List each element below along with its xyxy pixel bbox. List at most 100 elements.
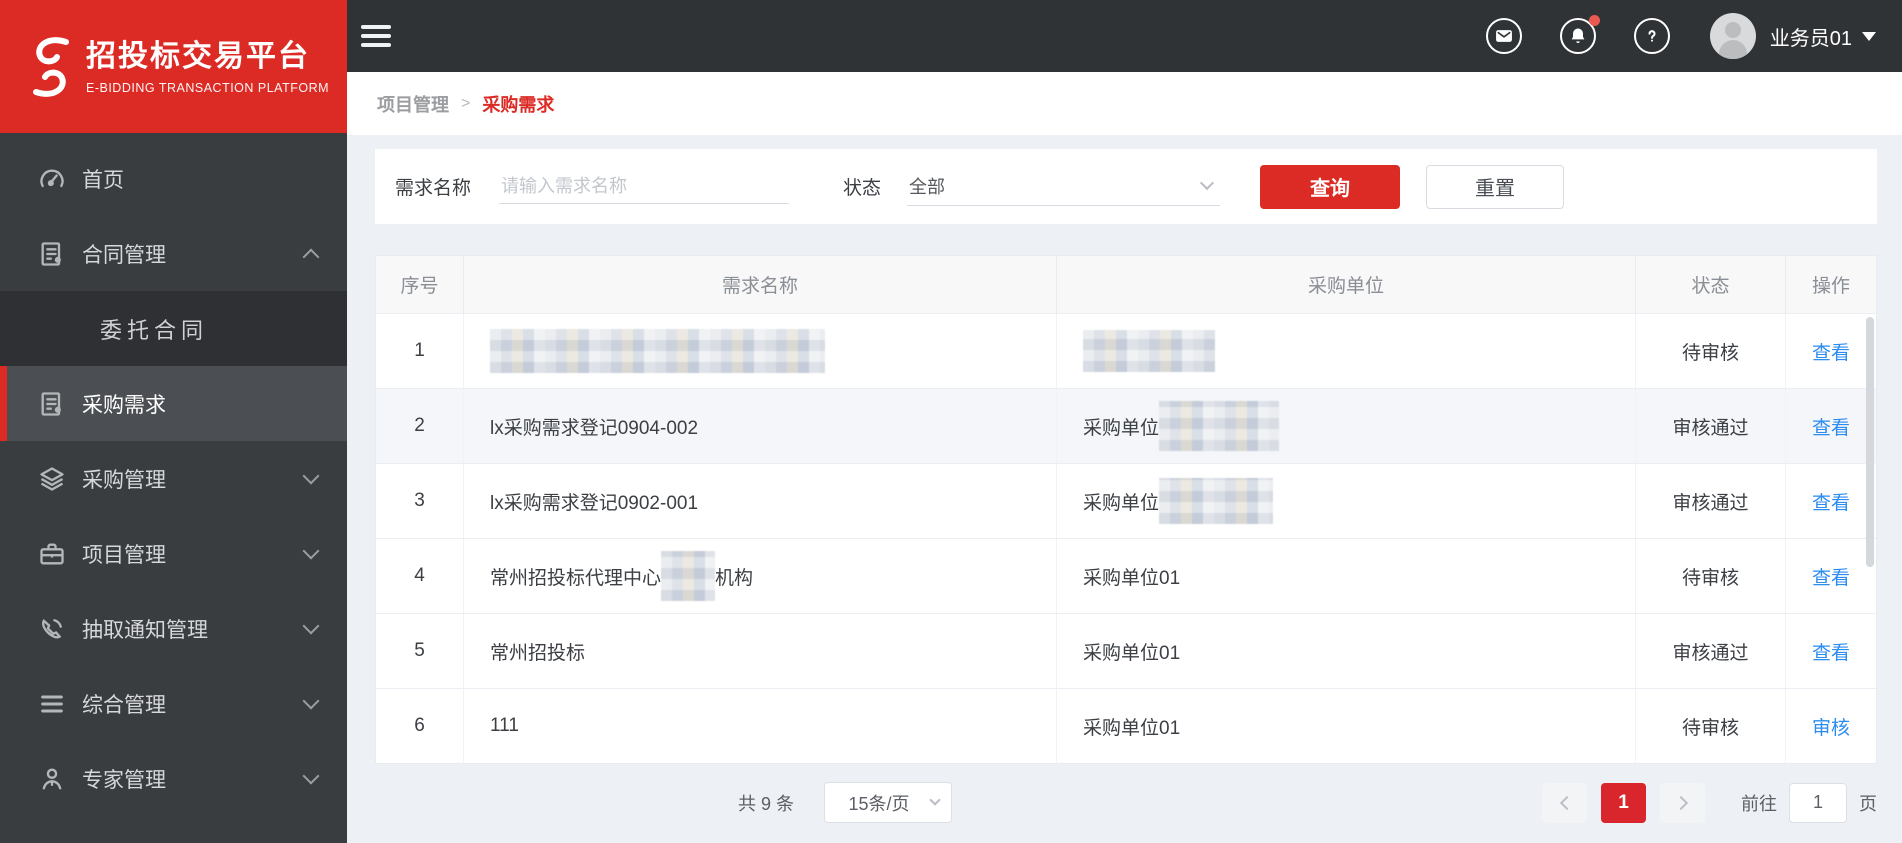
name-cell: 常州招投标代理中心 机构: [464, 539, 1057, 613]
table-row: 6 111 采购单位01 待审核 审核: [376, 688, 1876, 763]
table-header-row: 序号 需求名称 采购单位 状态 操作: [376, 256, 1876, 313]
seq-cell: 6: [376, 689, 464, 763]
sidebar-item-label: 抽取通知管理: [82, 618, 208, 642]
name-cell: [464, 314, 1057, 388]
status-cell: 审核通过: [1636, 614, 1786, 688]
view-link[interactable]: 查看: [1812, 338, 1850, 365]
sidebar-item-partial[interactable]: [0, 816, 347, 843]
help-icon[interactable]: [1633, 18, 1670, 54]
unit-cell: 采购单位: [1057, 389, 1636, 463]
status-cell: 审核通过: [1636, 464, 1786, 538]
brand-swirl-icon: [33, 36, 69, 97]
goto-label: 前往: [1741, 793, 1777, 814]
chevron-down-icon: [302, 767, 320, 784]
censored-block: [661, 551, 716, 601]
unit-cell: [1057, 314, 1636, 388]
demand-table: 序号 需求名称 采购单位 状态 操作 1 待审核 查看 2 lx采购需求登记09…: [375, 255, 1877, 764]
next-page-button[interactable]: [1660, 782, 1705, 823]
sidebar-item-project-mgmt[interactable]: 项目管理: [0, 516, 347, 591]
sidebar-item-contracts[interactable]: 合同管理: [0, 216, 347, 291]
table-scrollbar[interactable]: [1866, 317, 1874, 567]
reset-button[interactable]: 重置: [1426, 164, 1565, 209]
unit-cell: 采购单位01: [1057, 539, 1636, 613]
table-row: 1 待审核 查看: [376, 313, 1876, 388]
breadcrumb: 项目管理 > 采购需求: [347, 72, 1902, 135]
censored-block: [490, 329, 825, 373]
name-cell: lx采购需求登记0902-001: [464, 464, 1057, 538]
chevron-up-icon: [302, 248, 320, 265]
seq-cell: 2: [376, 389, 464, 463]
page-size-select[interactable]: 15条/页: [824, 782, 953, 823]
user-menu-caret-icon[interactable]: [1862, 31, 1876, 41]
notification-badge: [1588, 15, 1600, 26]
demand-icon: [38, 390, 66, 418]
sidebar-nav: 首页 合同管理 委托合同 采购需求 采购管理 项目管理 抽取通知管理 综合管理 …: [0, 133, 347, 843]
page-unit-label: 页: [1859, 793, 1877, 814]
sidebar-item-general-mgmt[interactable]: 综合管理: [0, 666, 347, 741]
app-window: 招投标交易平台 E-BIDDING TRANSACTION PLATFORM 首…: [0, 0, 1902, 843]
chevron-down-icon: [929, 793, 941, 806]
chevron-down-icon: [1199, 175, 1215, 191]
sidebar-item-notice-mgmt[interactable]: 抽取通知管理: [0, 591, 347, 666]
censored-block: [1159, 478, 1274, 524]
search-button[interactable]: 查询: [1260, 164, 1401, 209]
name-cell: lx采购需求登记0904-002: [464, 389, 1057, 463]
view-link[interactable]: 查看: [1812, 413, 1850, 440]
name-cell: 111: [464, 689, 1057, 763]
username[interactable]: 业务员01: [1770, 22, 1852, 51]
demand-name-input[interactable]: [499, 169, 790, 204]
dashboard-icon: [38, 165, 66, 193]
view-link[interactable]: 查看: [1812, 488, 1850, 515]
list-icon: [38, 690, 66, 718]
chevron-down-icon: [302, 467, 320, 484]
view-link[interactable]: 查看: [1812, 563, 1850, 590]
briefcase-icon: [38, 540, 66, 568]
table-row: 3 lx采购需求登记0902-001 采购单位 审核通过 查看: [376, 463, 1876, 538]
filter-panel: 需求名称 状态 全部 查询 重置: [375, 149, 1877, 224]
status-cell: 待审核: [1636, 689, 1786, 763]
sidebar-item-home[interactable]: 首页: [0, 141, 347, 216]
sidebar-item-expert-mgmt[interactable]: 专家管理: [0, 741, 347, 816]
status-cell: 待审核: [1636, 539, 1786, 613]
bell-icon[interactable]: [1559, 15, 1600, 54]
status-select-value: 全部: [909, 177, 946, 197]
audit-link[interactable]: 审核: [1812, 713, 1850, 740]
table-row: 4 常州招投标代理中心 机构 采购单位01 待审核 查看: [376, 538, 1876, 613]
avatar[interactable]: [1709, 13, 1756, 59]
breadcrumb-current: 采购需求: [482, 94, 555, 115]
layers-icon: [38, 465, 66, 493]
status-cell: 待审核: [1636, 314, 1786, 388]
brand-title: 招投标交易平台: [86, 39, 310, 73]
status-select[interactable]: 全部: [907, 167, 1221, 206]
seq-cell: 1: [376, 314, 464, 388]
unit-cell: 采购单位01: [1057, 614, 1636, 688]
topbar: 业务员01: [347, 0, 1902, 72]
pagination: 共 9 条 15条/页 1 前往 页: [722, 762, 1877, 843]
main-content: 需求名称 状态 全部 查询 重置 序号 需求名称 采购单位 状态 操作: [347, 135, 1902, 843]
unit-cell: 采购单位: [1057, 464, 1636, 538]
view-link[interactable]: 查看: [1812, 638, 1850, 665]
prev-page-button[interactable]: [1542, 782, 1587, 823]
sidebar-item-purchase-demand[interactable]: 采购需求: [0, 366, 347, 441]
hamburger-menu-icon[interactable]: [361, 25, 391, 47]
sidebar-item-entrust-contract[interactable]: 委托合同: [0, 291, 347, 366]
total-count: 共 9 条: [738, 793, 795, 814]
status-cell: 审核通过: [1636, 389, 1786, 463]
table-row: 5 常州招投标 采购单位01 审核通过 查看: [376, 613, 1876, 688]
breadcrumb-parent[interactable]: 项目管理: [377, 91, 449, 117]
goto-page-input[interactable]: [1789, 782, 1847, 823]
sidebar-item-purchase-mgmt[interactable]: 采购管理: [0, 441, 347, 516]
table-row: 2 lx采购需求登记0904-002 采购单位 审核通过 查看: [376, 388, 1876, 463]
expert-icon: [38, 765, 66, 793]
page-number-active[interactable]: 1: [1601, 782, 1646, 823]
column-header-seq: 序号: [376, 256, 464, 313]
mail-icon[interactable]: [1485, 18, 1522, 54]
chevron-down-icon: [302, 542, 320, 559]
contract-icon: [38, 240, 66, 268]
status-label: 状态: [843, 178, 882, 199]
seq-cell: 5: [376, 614, 464, 688]
unit-cell: 采购单位01: [1057, 689, 1636, 763]
column-header-status: 状态: [1636, 256, 1786, 313]
column-header-name: 需求名称: [464, 256, 1057, 313]
chevron-down-icon: [302, 617, 320, 634]
